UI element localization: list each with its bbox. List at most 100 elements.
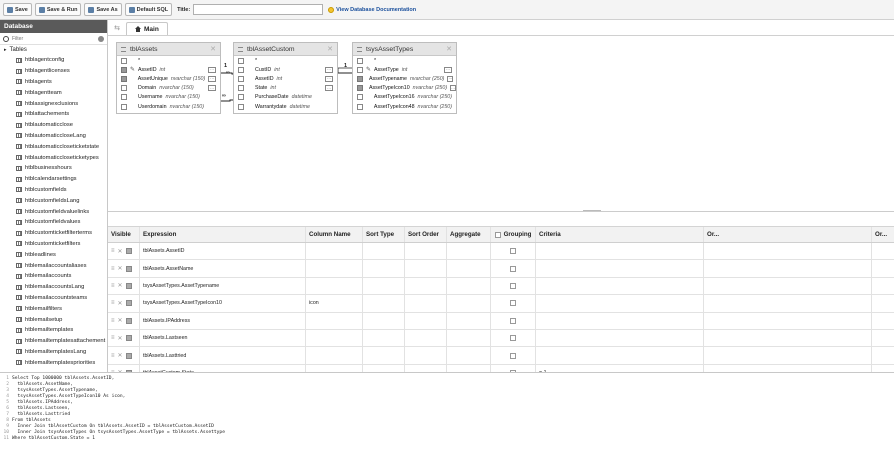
column-options-icon[interactable]: ···: [447, 75, 454, 82]
sidebar-table-item[interactable]: htblassignexclusions: [0, 98, 107, 109]
sidebar-table-item[interactable]: htblcustomfieldsLang: [0, 195, 107, 206]
sort-type-cell[interactable]: [363, 243, 405, 260]
column-options-icon[interactable]: ···: [450, 85, 456, 92]
save-button[interactable]: Save: [3, 3, 32, 16]
clear-icon[interactable]: [98, 35, 104, 42]
aggregate-cell[interactable]: [447, 295, 491, 312]
sidebar-table-item[interactable]: htblautomaticcloseLang: [0, 131, 107, 142]
or-cell-2[interactable]: [872, 330, 894, 346]
sidebar-table-item[interactable]: htblemailaccountsteams: [0, 293, 107, 304]
column-name-cell[interactable]: [306, 243, 363, 260]
or-cell-2[interactable]: [872, 243, 894, 259]
criteria-cell[interactable]: [536, 277, 704, 295]
sidebar-table-item[interactable]: htblemailtemplatespriorities: [0, 357, 107, 368]
sidebar-table-item[interactable]: htblagents: [0, 77, 107, 88]
column-checkbox[interactable]: [357, 85, 363, 92]
table-box-tblassets[interactable]: tblAssets ✕ * ✎ AssetID int ··· AssetUnique nvar…: [116, 42, 221, 114]
sort-order-cell[interactable]: [405, 364, 447, 372]
sidebar-table-item[interactable]: htblcustomfieldvalues: [0, 217, 107, 228]
drag-handle-icon[interactable]: ≡: [111, 335, 115, 341]
table-box-tblassetcustom[interactable]: tblAssetCustom ✕ * CustID int ··· AssetID int ··…: [233, 42, 338, 114]
table-column-row[interactable]: Domain nvarchar (150) ···: [117, 84, 220, 93]
default-sql-button[interactable]: Default SQL: [124, 3, 173, 16]
delete-icon[interactable]: ✕: [118, 248, 123, 255]
sidebar-table-item[interactable]: htblemailaccountaliases: [0, 260, 107, 271]
expression-cell[interactable]: tblAssets.AssetName: [140, 260, 306, 277]
or-cell[interactable]: [704, 364, 872, 372]
sidebar-table-item[interactable]: htblcustomfieldvaluelinks: [0, 206, 107, 217]
table-column-row[interactable]: *: [234, 56, 337, 65]
table-column-row[interactable]: AssetTypename nvarchar (250) ···: [353, 74, 456, 83]
expression-cell[interactable]: tsysAssetTypes.AssetTypeIcon10: [140, 295, 306, 312]
table-column-row[interactable]: AssetTypeIcon48 nvarchar (250): [353, 102, 456, 111]
sort-type-cell[interactable]: [363, 260, 405, 277]
table-column-row[interactable]: AssetTypeIcon16 nvarchar (250): [353, 93, 456, 102]
column-name-cell[interactable]: [306, 277, 363, 295]
or-cell[interactable]: [704, 295, 872, 312]
expression-cell[interactable]: tblAssets.Lastseen: [140, 329, 306, 347]
aggregate-cell[interactable]: [447, 347, 491, 364]
tree-root-tables[interactable]: ▸ Tables: [0, 45, 107, 55]
sort-order-cell[interactable]: [405, 243, 447, 260]
table-column-row[interactable]: AssetUnique nvarchar (150) ···: [117, 74, 220, 83]
table-column-row[interactable]: CustID int ···: [234, 65, 337, 74]
column-checkbox[interactable]: [238, 103, 244, 110]
drag-handle-icon[interactable]: ≡: [111, 248, 115, 254]
column-options-icon[interactable]: ···: [325, 75, 333, 82]
column-checkbox[interactable]: [238, 57, 244, 64]
column-checkbox[interactable]: [357, 57, 363, 64]
sidebar-table-item[interactable]: htblbusinesshours: [0, 163, 107, 174]
sidebar-table-item[interactable]: htblcustomticketfilterterms: [0, 228, 107, 239]
save-and-run-button[interactable]: Save & Run: [34, 3, 82, 16]
sort-type-cell[interactable]: [363, 312, 405, 329]
drag-handle-icon[interactable]: ≡: [111, 353, 115, 359]
table-box-header[interactable]: tsysAssetTypes ✕: [353, 43, 456, 56]
or-cell-2[interactable]: [872, 313, 894, 329]
collapse-panel-icon[interactable]: ⇆: [112, 23, 122, 33]
close-icon[interactable]: ✕: [210, 45, 216, 53]
sidebar-table-item[interactable]: htblemailtemplatesattachement: [0, 336, 107, 347]
table-box-header[interactable]: tblAssetCustom ✕: [234, 43, 337, 56]
drag-handle-icon[interactable]: ≡: [111, 300, 115, 306]
table-column-row[interactable]: *: [117, 56, 220, 65]
visible-checkbox[interactable]: [125, 248, 132, 255]
sidebar-table-item[interactable]: htblautomaticcloseticketstate: [0, 141, 107, 152]
column-checkbox[interactable]: [238, 66, 244, 73]
sort-type-cell[interactable]: [363, 295, 405, 312]
criteria-cell[interactable]: [536, 329, 704, 347]
table-column-row[interactable]: *: [353, 56, 456, 65]
sidebar-table-item[interactable]: htblautomaticcloseticketypes: [0, 152, 107, 163]
aggregate-cell[interactable]: [447, 260, 491, 277]
splitter-handle[interactable]: [583, 210, 601, 211]
sort-order-cell[interactable]: [405, 277, 447, 295]
table-column-row[interactable]: AssetTypeIcon10 nvarchar (250) ···: [353, 84, 456, 93]
column-checkbox[interactable]: [121, 66, 127, 73]
aggregate-cell[interactable]: [447, 312, 491, 329]
sidebar-table-item[interactable]: htblcalendarsettings: [0, 174, 107, 185]
column-checkbox[interactable]: [238, 75, 244, 82]
or-cell[interactable]: [704, 260, 872, 277]
view-documentation-link[interactable]: View Database Documentation: [328, 6, 416, 13]
or-cell-2[interactable]: [872, 278, 894, 294]
delete-icon[interactable]: ✕: [118, 300, 123, 307]
table-column-row[interactable]: ✎ AssetType int ···: [353, 65, 456, 74]
sort-order-cell[interactable]: [405, 295, 447, 312]
grouping-checkbox[interactable]: [510, 352, 516, 359]
menu-icon[interactable]: [121, 46, 126, 52]
caret-down-icon[interactable]: ▸: [4, 47, 7, 53]
delete-icon[interactable]: ✕: [118, 335, 123, 342]
column-checkbox[interactable]: [357, 75, 363, 82]
column-options-icon[interactable]: ···: [444, 66, 452, 73]
sidebar-table-item[interactable]: htblemailaccounts: [0, 271, 107, 282]
sidebar-table-item[interactable]: htblcustomticketfilters: [0, 239, 107, 250]
expression-cell[interactable]: tsysAssetTypes.AssetTypename: [140, 277, 306, 295]
grouping-toggle-checkbox[interactable]: [494, 231, 501, 238]
or-cell[interactable]: [704, 312, 872, 329]
title-input[interactable]: [193, 4, 324, 15]
grouping-checkbox[interactable]: [510, 317, 516, 324]
sql-editor[interactable]: 1 Select Top 1000000 tblAssets.AssetID, 2 …: [0, 372, 894, 450]
column-name-cell[interactable]: [306, 260, 363, 277]
column-checkbox[interactable]: [121, 85, 127, 92]
column-checkbox[interactable]: [357, 66, 363, 73]
sort-type-cell[interactable]: [363, 364, 405, 372]
